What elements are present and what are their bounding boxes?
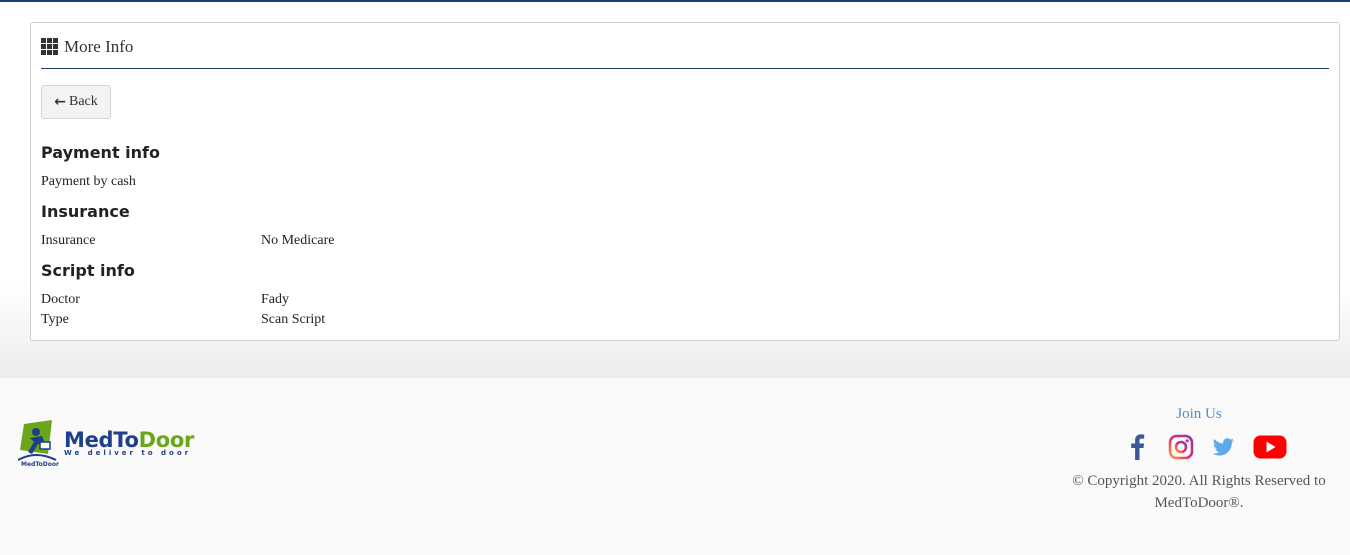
back-button-label: Back xyxy=(68,94,98,109)
youtube-icon[interactable] xyxy=(1253,434,1287,460)
copyright-line-2: MedToDoor®. xyxy=(1154,495,1244,511)
type-value: Scan Script xyxy=(261,312,326,327)
facebook-icon[interactable] xyxy=(1128,434,1146,460)
doctor-value: Fady xyxy=(261,292,289,307)
type-label: Type xyxy=(41,312,69,327)
copyright-text: © Copyright 2020. All Rights Reserved to… xyxy=(1058,470,1340,514)
brand-tagline: We deliver to door xyxy=(64,449,192,457)
main-content: More Info ← Back Payment info Payment by… xyxy=(0,2,1350,378)
th-grid-icon xyxy=(41,38,58,55)
insurance-heading: Insurance xyxy=(41,202,130,221)
card-header: More Info xyxy=(41,33,1329,69)
copyright-line-1: © Copyright 2020. All Rights Reserved to xyxy=(1072,473,1326,489)
back-button[interactable]: ← Back xyxy=(41,85,111,119)
insurance-label: Insurance xyxy=(41,233,96,248)
insurance-value: No Medicare xyxy=(261,233,335,248)
join-us-heading: Join Us xyxy=(1176,406,1222,422)
script-info-heading: Script info xyxy=(41,261,135,280)
more-info-card: More Info ← Back Payment info Payment by… xyxy=(30,22,1340,341)
payment-method-text: Payment by cash xyxy=(41,174,136,189)
payment-info-heading: Payment info xyxy=(41,143,160,162)
page-title: More Info xyxy=(64,36,134,56)
doctor-label: Doctor xyxy=(41,292,80,307)
footer: MedToDoor MedToDoor We deliver to door J… xyxy=(0,378,1350,555)
arrow-left-icon: ← xyxy=(54,94,66,110)
instagram-icon[interactable] xyxy=(1168,434,1194,460)
twitter-icon[interactable] xyxy=(1210,434,1236,460)
svg-text:MedToDoor: MedToDoor xyxy=(21,461,59,468)
